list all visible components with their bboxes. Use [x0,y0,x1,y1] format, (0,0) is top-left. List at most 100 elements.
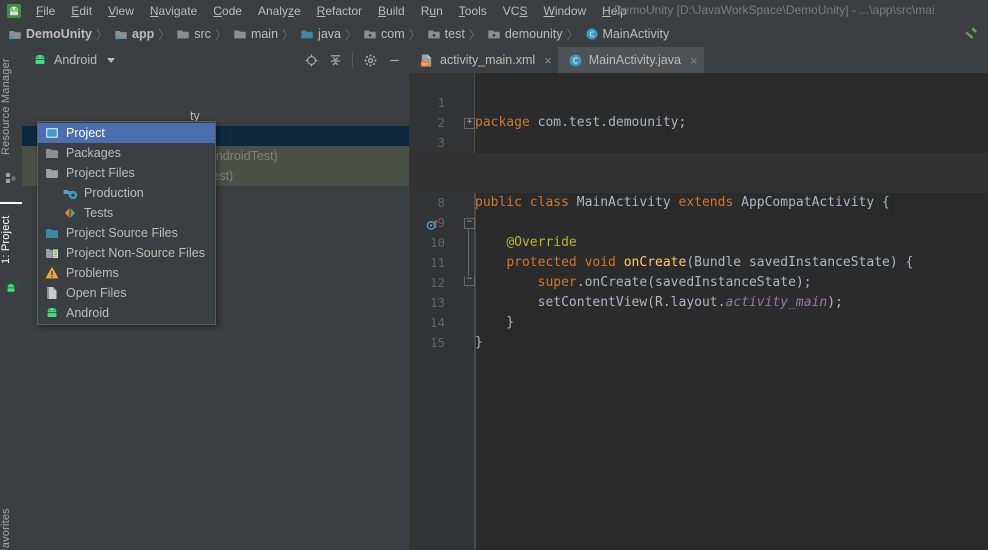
menu-option-project-non-source-files[interactable]: Project Non-Source Files [38,243,215,263]
module-icon [114,27,128,41]
breadcrumb-separator: 〉 [282,27,295,42]
menu-item-file[interactable]: File [28,2,63,20]
package-icon [363,27,377,41]
breadcrumb-item-demounity[interactable]: DemoUnity [4,27,94,41]
menu-option-label: Project Non-Source Files [66,246,205,260]
menu-option-problems[interactable]: Problems [38,263,215,283]
project-tool-window: Android ty (androidTest) (test) Project … [22,47,410,550]
menu-option-production[interactable]: Production [38,183,215,203]
menu-option-label: Android [66,306,110,320]
favorites-label: 2: Favorites [0,508,12,550]
resource-manager-icon [3,169,19,185]
menu-option-packages[interactable]: Packages [38,143,215,163]
menu-option-project-source-files[interactable]: Project Source Files [38,223,215,243]
menu-item-build[interactable]: Build [370,2,413,20]
sidebar-item-resource-manager[interactable]: Resource Manager [0,51,22,163]
breadcrumb-item-demounity[interactable]: demounity [483,27,565,41]
menu-items-container: File Edit View Navigate Code Analyze Refactor B… [28,2,635,20]
code-editor[interactable]: <> + − − 1 package com.test.demou [409,73,988,550]
breadcrumb-label: java [318,27,341,41]
warning-triangle-icon [44,265,60,281]
menu-item-window[interactable]: Window [535,2,594,20]
menu-option-label: Project Source Files [66,226,178,240]
breadcrumb-item-mainactivity[interactable]: C MainActivity [581,27,672,41]
menu-item-refactor[interactable]: Refactor [309,2,370,20]
breadcrumb-label: DemoUnity [26,27,92,41]
production-icon [62,185,78,201]
chevron-down-icon[interactable] [107,57,116,63]
minimize-icon[interactable] [383,49,405,71]
sidebar-item-project[interactable]: 1: Project [0,202,22,276]
menu-item-edit[interactable]: Edit [63,2,100,20]
menu-option-open-files[interactable]: Open Files [38,283,215,303]
breadcrumb-label: app [132,27,155,41]
gear-icon[interactable] [359,49,381,71]
android-robot-icon [32,52,48,68]
collapse-all-icon[interactable] [324,49,346,71]
project-view-icon [44,125,60,141]
menu-item-vcs[interactable]: VCS [495,2,536,20]
project-label: 1: Project [0,215,12,265]
menu-item-view[interactable]: View [100,2,142,20]
breadcrumb-item-test[interactable]: test [423,27,467,41]
tab-label: MainActivity.java [588,53,681,67]
menu-option-project-files[interactable]: Project Files [38,163,215,183]
android-studio-logo-icon [6,3,22,19]
xml-layout-icon: <> [419,53,434,68]
close-icon[interactable]: × [687,53,698,68]
source-folder-icon [300,27,314,41]
folder-icon [176,27,190,41]
hammer-icon[interactable] [962,25,980,43]
project-view-selector[interactable]: Android [32,52,116,68]
breadcrumb-label: src [194,27,211,41]
editor-tab-bar: <> activity_main.xml × C MainActivity.ja… [409,47,988,74]
menu-option-label: Production [84,186,144,200]
navigation-bar: DemoUnity 〉 app 〉 src 〉 main 〉 java 〉 com 〉 test 〉 dem… [0,21,988,48]
breadcrumb-separator: 〉 [214,27,227,42]
menu-item-code[interactable]: Code [205,2,250,20]
breadcrumb-item-app[interactable]: app [110,27,156,41]
breadcrumb-label: com [381,27,405,41]
close-icon[interactable]: × [541,53,552,68]
menu-option-project[interactable]: Project [38,123,215,143]
android-project-icon [3,279,19,295]
locate-icon[interactable] [300,49,322,71]
non-source-files-icon [44,245,60,261]
menu-item-tools[interactable]: Tools [451,2,495,20]
tab-activity-main-xml[interactable]: <> activity_main.xml × [409,47,558,73]
menu-item-run[interactable]: Run [413,2,451,20]
editor-area: <> activity_main.xml × C MainActivity.ja… [409,47,988,550]
breadcrumb-separator: 〉 [344,27,357,42]
open-files-icon [44,285,60,301]
android-robot-icon [44,305,60,321]
breadcrumb-item-com[interactable]: com [359,27,407,41]
breadcrumb-item-main[interactable]: main [229,27,280,41]
android-studio-window: File Edit View Navigate Code Analyze Refactor B… [0,0,988,550]
window-title: DemoUnity [D:\JavaWorkSpace\DemoUnity] -… [614,3,935,17]
menu-option-label: Packages [66,146,121,160]
line-number: 15 [429,335,445,350]
project-view-dropdown-menu: Project Packages Project Files Production Te… [37,121,216,325]
svg-text:<>: <> [422,62,428,67]
menu-item-analyze[interactable]: Analyze [250,2,309,20]
menu-option-android[interactable]: Android [38,303,215,323]
tab-mainactivity-java[interactable]: C MainActivity.java × [557,47,704,73]
breadcrumb-separator: 〉 [95,27,108,42]
sidebar-item-favorites[interactable]: 2: Favorites [0,502,22,550]
project-panel-header: Android [22,47,409,73]
java-class-icon: C [568,53,583,68]
menu-option-tests[interactable]: Tests [38,203,215,223]
breadcrumb-item-java[interactable]: java [296,27,343,41]
tests-icon [62,205,78,221]
breadcrumb-item-src[interactable]: src [172,27,213,41]
breadcrumb-label: main [250,27,279,41]
toolbar-divider [352,53,353,67]
breadcrumb-label: test [444,27,465,41]
folder-icon [233,27,247,41]
svg-text:C: C [573,56,578,65]
menu-option-label: Tests [84,206,114,220]
menu-item-navigate[interactable]: Navigate [142,2,205,20]
menu-option-label: Project [66,126,105,140]
source-code: 1 package com.test.demounity; 2 3 import… [409,73,988,550]
package-icon [427,27,441,41]
